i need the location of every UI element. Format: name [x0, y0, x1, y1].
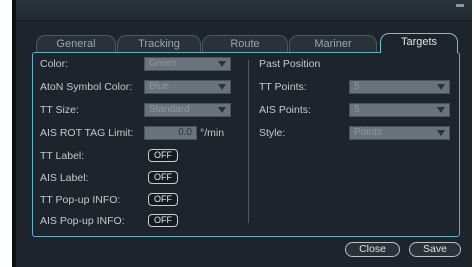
ais-rot-tag-limit-value: 0.0: [178, 127, 192, 138]
aton-symbol-color-label: AtoN Symbol Color:: [40, 81, 133, 93]
tt-label-label: TT Label:: [40, 150, 85, 162]
tab-targets[interactable]: Targets: [380, 33, 458, 53]
ais-rot-tag-limit-label: AIS ROT TAG Limit:: [40, 127, 134, 139]
aton-symbol-color-select[interactable]: Blue: [144, 80, 231, 94]
tt-points-select[interactable]: 5: [349, 80, 450, 94]
column-divider: [248, 60, 249, 223]
tab-general[interactable]: General: [36, 35, 116, 52]
tt-size-select[interactable]: Standard: [144, 103, 231, 117]
chevron-down-icon: [437, 130, 445, 136]
window-edge: [12, 0, 16, 267]
ais-points-label: AIS Points:: [259, 104, 311, 116]
tt-size-label: TT Size:: [40, 104, 79, 116]
color-select[interactable]: Green: [144, 57, 231, 71]
ais-popup-info-label: AIS Pop-up INFO:: [40, 215, 125, 227]
aton-symbol-color-value: Blue: [149, 81, 170, 92]
style-label: Style:: [259, 127, 286, 139]
tt-points-value: 5: [354, 81, 360, 92]
chevron-down-icon: [218, 107, 226, 113]
tab-tracking[interactable]: Tracking: [117, 35, 201, 52]
chevron-down-icon: [218, 61, 226, 67]
tt-size-value: Standard: [149, 104, 190, 115]
minimize-icon[interactable]: [456, 4, 464, 7]
ais-label-label: AIS Label:: [40, 172, 89, 184]
close-button[interactable]: Close: [345, 242, 400, 257]
tt-popup-info-label: TT Pop-up INFO:: [40, 194, 121, 206]
chevron-down-icon: [437, 84, 445, 90]
chevron-down-icon: [218, 84, 226, 90]
tab-mariner[interactable]: Mariner: [289, 35, 377, 52]
tt-points-label: TT Points:: [259, 81, 307, 93]
save-button[interactable]: Save: [409, 242, 461, 257]
ais-points-value: 5: [354, 104, 360, 115]
ais-label-toggle[interactable]: OFF: [148, 171, 178, 184]
past-position-heading: Past Position: [259, 58, 321, 70]
ais-rot-unit: °/min: [200, 127, 225, 139]
chevron-down-icon: [437, 107, 445, 113]
title-bar: [16, 0, 472, 21]
style-value: Points: [354, 127, 382, 138]
style-select[interactable]: Points: [349, 126, 450, 140]
ais-points-select[interactable]: 5: [349, 103, 450, 117]
tab-route[interactable]: Route: [202, 35, 288, 52]
tt-popup-info-toggle[interactable]: OFF: [148, 193, 178, 206]
ais-popup-info-toggle[interactable]: OFF: [148, 214, 178, 227]
tt-label-toggle[interactable]: OFF: [148, 149, 178, 162]
color-value: Green: [149, 58, 177, 69]
ais-rot-tag-limit-input[interactable]: 0.0: [144, 126, 197, 140]
color-label: Color:: [40, 58, 69, 70]
